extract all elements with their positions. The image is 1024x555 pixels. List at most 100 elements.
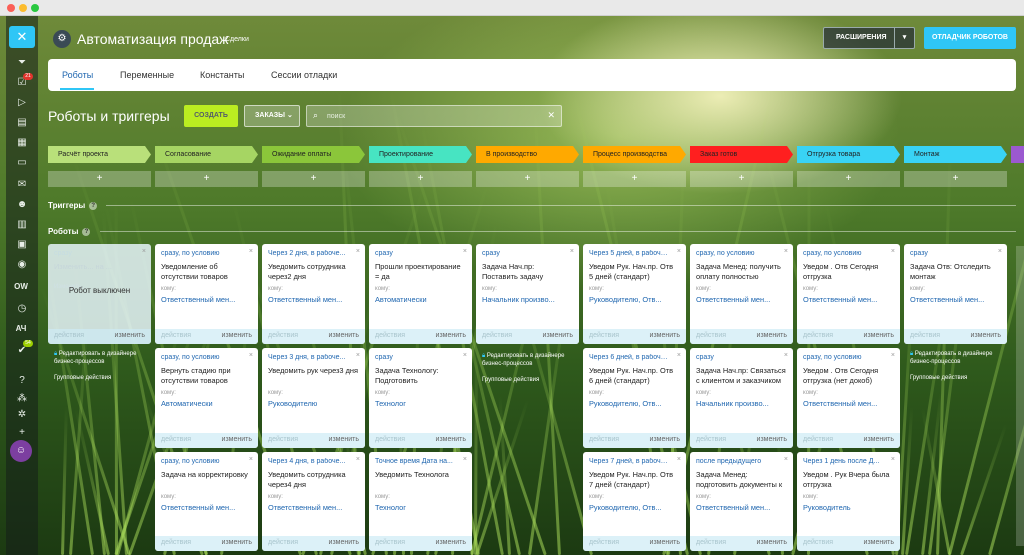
robot-actions-link[interactable]: действия [375,332,405,339]
robot-recipient[interactable]: Руководитель [803,503,893,512]
robot-card[interactable]: сразу, по условию × Уведомление об отсутст… [155,244,258,344]
tab-robots[interactable]: Роботы [62,70,93,80]
robot-condition[interactable]: сразу [910,250,990,257]
robot-recipient[interactable]: Руководителю, Отв... [589,503,679,512]
robot-condition[interactable]: сразу, по условию [803,354,883,361]
robot-actions-link[interactable]: действия [268,539,298,546]
robot-recipient[interactable]: Технолог [375,399,465,408]
add-trigger-button[interactable]: + [690,171,793,187]
robot-condition[interactable]: сразу [375,354,455,361]
robot-recipient[interactable]: Ответственный мен... [268,295,358,304]
close-icon[interactable]: × [784,456,788,463]
nav-ow-label[interactable]: OW [8,282,34,291]
robot-card[interactable]: сразу, по условию × Задача Менед: получить… [690,244,793,344]
close-icon[interactable]: × [463,352,467,359]
close-icon[interactable]: × [891,352,895,359]
close-icon[interactable]: × [463,248,467,255]
robot-edit-link[interactable]: изменить [971,332,1001,339]
robot-card[interactable]: Через 2 дня, в рабоче... × Уведомить сотру… [262,244,365,344]
document-icon[interactable]: ▤ [14,116,30,130]
close-icon[interactable]: × [784,248,788,255]
add-trigger-button[interactable]: + [369,171,472,187]
robot-condition[interactable]: сразу, по условию [161,250,241,257]
robot-card[interactable]: сразу × Задача Нач.пр: Поставить задачу ком… [476,244,579,344]
add-icon[interactable]: + [14,426,30,440]
close-icon[interactable]: × [356,352,360,359]
close-icon[interactable]: × [463,456,467,463]
reports-icon[interactable]: ▥ [14,218,30,232]
robot-condition[interactable]: сразу, по условию [161,354,241,361]
close-icon[interactable]: × [249,456,253,463]
stage-header-partial[interactable] [1011,146,1024,163]
close-icon[interactable]: × [998,248,1002,255]
user-avatar[interactable]: ☺ [10,440,32,462]
robot-recipient[interactable]: Ответственный мен... [803,399,893,408]
robot-actions-link[interactable]: действия [803,436,833,443]
robot-actions-link[interactable]: действия [589,332,619,339]
robot-card[interactable]: сразу × Задача Отв: Отследить монтаж кому: О… [904,244,1007,344]
edit-in-designer-link[interactable]: 🔒︎ Редактировать в дизайнере [54,350,150,358]
app-subtitle[interactable]: Сделки [225,36,249,43]
stage-header[interactable]: Согласование [155,146,258,163]
robot-actions-link[interactable]: действия [696,332,726,339]
window-close-dot[interactable] [7,4,15,12]
close-icon[interactable]: × [570,248,574,255]
robot-card[interactable]: Через 5 дней, в рабоче... × Уведом Рук. На… [583,244,686,344]
close-icon[interactable]: × [891,456,895,463]
add-trigger-button[interactable]: + [904,171,1007,187]
group-actions-link[interactable]: Групповые действия [910,374,1006,382]
help-icon[interactable]: ? [82,228,91,236]
robot-card[interactable]: сразу × Прошли проектирование = да кому: Авт… [369,244,472,344]
robot-card[interactable]: после предыдущего × Задача Менед: подготов… [690,452,793,551]
search-input[interactable] [327,109,542,123]
orders-dropdown[interactable]: ЗАКАЗЫ ⌄ [244,105,300,127]
robot-edit-link[interactable]: изменить [222,539,252,546]
chevron-down-icon[interactable]: ▾ [894,28,914,48]
robot-card[interactable]: сразу × Задача Технологу: Подготовить кому:… [369,348,472,448]
robot-recipient[interactable]: Ответственный мен... [161,295,251,304]
tab-variables[interactable]: Переменные [120,70,174,80]
robot-edit-link[interactable]: изменить [757,539,787,546]
stage-header[interactable]: Процесс производства [583,146,686,163]
robot-edit-link[interactable]: изменить [864,332,894,339]
robot-actions-link[interactable]: действия [696,436,726,443]
add-trigger-button[interactable]: + [262,171,365,187]
robot-card[interactable]: Через 3 дня, в рабоче... × Уведомить рук ч… [262,348,365,448]
robot-edit-link[interactable]: изменить [329,332,359,339]
robot-edit-link[interactable]: изменить [329,539,359,546]
robot-condition[interactable]: Через 5 дней, в рабоче... [589,250,669,257]
robot-edit-link[interactable]: изменить [436,436,466,443]
robot-condition[interactable]: сразу, по условию [803,250,883,257]
robot-card[interactable]: Через 7 дней, в рабоче... × Уведом Рук. На… [583,452,686,551]
add-trigger-button[interactable]: + [583,171,686,187]
robot-actions-link[interactable]: действия [54,332,84,339]
robot-edit-link[interactable]: изменить [650,436,680,443]
window-minimize-dot[interactable] [19,4,27,12]
search-box[interactable]: ⌕ ✕ [306,105,562,127]
robot-actions-link[interactable]: действия [161,436,191,443]
stage-header[interactable]: Ожидание оплаты [262,146,365,163]
robot-condition[interactable]: сразу [482,250,562,257]
robot-recipient[interactable]: Технолог [375,503,465,512]
group-actions-link[interactable]: Групповые действия [482,376,578,384]
play-icon[interactable]: ▷ [14,96,30,110]
robot-actions-link[interactable]: действия [589,436,619,443]
robot-edit-link[interactable]: изменить [757,436,787,443]
tab-debug-sessions[interactable]: Сессии отладки [271,70,337,80]
stage-header[interactable]: Отгрузка товара [797,146,900,163]
robot-condition[interactable]: сразу, по условию [696,250,776,257]
robot-condition[interactable]: сразу [696,354,776,361]
robot-card[interactable]: сразу, по условию × Уведом . Отв Сегодня о… [797,348,900,448]
robot-edit-link[interactable]: изменить [436,539,466,546]
structure-icon[interactable]: ⁂ [14,392,30,406]
edit-in-designer-link[interactable]: 🔒︎ Редактировать в дизайнере [482,352,578,360]
robot-condition[interactable]: после предыдущего [696,458,776,465]
robot-actions-link[interactable]: действия [268,332,298,339]
robot-card[interactable]: сразу × Задача Нач.пр: Связаться с клиенто… [690,348,793,448]
robot-condition[interactable]: Через 6 дней, в рабоче... [589,354,669,361]
robot-edit-link[interactable]: изменить [650,332,680,339]
robot-recipient[interactable]: Ответственный мен... [268,503,358,512]
nav-ac-label[interactable]: АЧ [8,324,34,333]
filter-icon[interactable]: ⏷ [14,56,30,70]
add-trigger-button[interactable]: + [797,171,900,187]
